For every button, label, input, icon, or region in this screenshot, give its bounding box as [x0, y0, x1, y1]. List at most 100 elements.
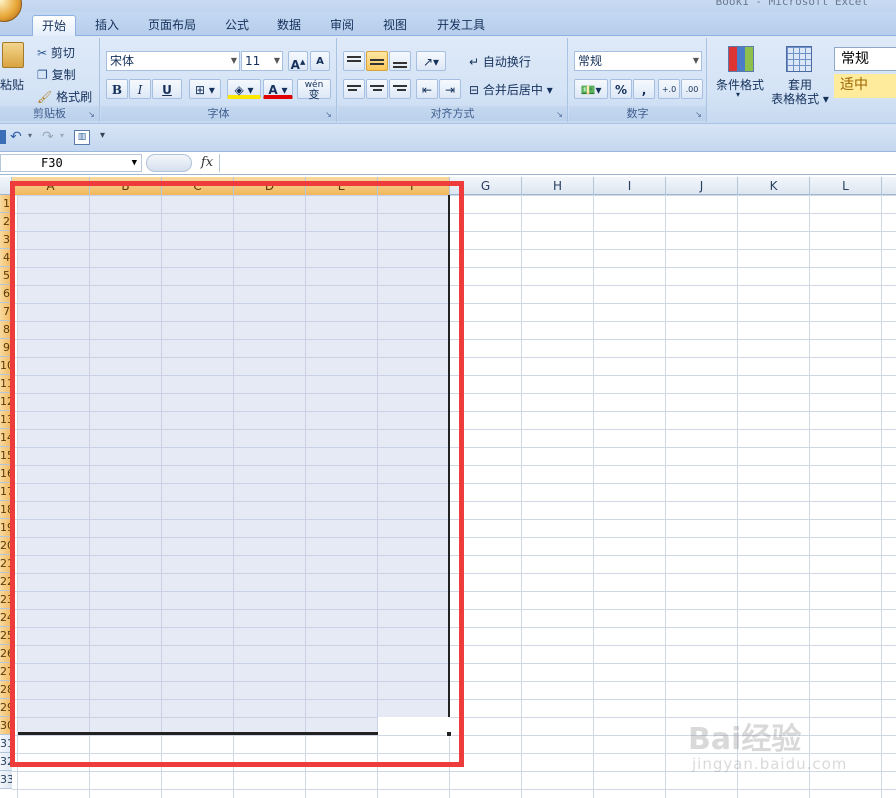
dialog-launcher-icon[interactable]: ↘: [324, 110, 333, 119]
formula-bar-splitter[interactable]: [146, 154, 192, 172]
bold-button[interactable]: B: [106, 79, 128, 99]
number-format-select[interactable]: 常规 ▼: [574, 51, 702, 71]
row-header[interactable]: 33: [0, 771, 12, 789]
chart-icon[interactable]: ▥: [74, 130, 90, 145]
styles-group: 条件格式 ▾ 套用 表格格式 ▾ 常规 适中: [708, 38, 896, 122]
chevron-down-icon[interactable]: ▾: [28, 131, 32, 140]
paint-bucket-icon: ◈: [234, 83, 244, 97]
text-angle-icon: ↗: [422, 55, 434, 69]
column-header-k[interactable]: K: [738, 177, 810, 195]
column-header-h[interactable]: H: [522, 177, 594, 195]
format-painter-button[interactable]: 🖌 格式刷: [36, 86, 96, 106]
font-color-button[interactable]: A ▾: [263, 79, 293, 99]
chevron-down-icon[interactable]: ▾: [60, 131, 64, 140]
table-format-icon: [786, 46, 812, 72]
wrap-text-icon: ↵: [469, 55, 480, 69]
wrap-text-button[interactable]: ↵ 自动换行: [468, 51, 564, 71]
cut-label: 剪切: [50, 46, 75, 60]
customize-qat-icon[interactable]: ▾: [100, 130, 105, 141]
tab-view[interactable]: 视图: [374, 15, 416, 36]
fill-color-button[interactable]: ◈ ▾: [227, 79, 261, 99]
style-normal[interactable]: 常规: [834, 47, 896, 71]
align-right-button[interactable]: [389, 79, 411, 99]
comma-style-button[interactable]: ,: [633, 79, 655, 99]
decrease-indent-button[interactable]: ⇤: [416, 79, 438, 99]
merge-center-label: 合并后居中: [482, 83, 543, 97]
font-name-value: 宋体: [110, 54, 135, 68]
format-as-table-button[interactable]: 套用 表格格式 ▾: [770, 44, 830, 106]
tab-developer[interactable]: 开发工具: [428, 15, 494, 36]
shrink-font-button[interactable]: A: [310, 51, 330, 71]
format-as-table-label-2: 表格格式 ▾: [771, 92, 829, 106]
undo-icon[interactable]: ↶: [10, 129, 22, 145]
border-grid-icon: ⊞: [195, 83, 206, 97]
tab-page-layout[interactable]: 页面布局: [139, 15, 205, 36]
font-group: 宋体 ▼ 11 ▼ A▲ A B I U ⊞ ▾ ◈ ▾ A ▾ wén 变 字体 ↘: [101, 38, 337, 122]
dialog-launcher-icon[interactable]: ↘: [555, 110, 564, 119]
increase-indent-button[interactable]: ⇥: [439, 79, 461, 99]
chevron-down-icon: ▼: [273, 56, 280, 65]
dialog-launcher-icon[interactable]: ↘: [694, 110, 703, 119]
align-top-button[interactable]: [343, 51, 365, 71]
indent-icon: ⇥: [444, 83, 456, 97]
tab-home[interactable]: 开始: [32, 15, 77, 36]
format-painter-label: 格式刷: [56, 90, 93, 104]
title-bar: Book1 - Microsoft Excel: [0, 0, 896, 12]
font-group-label: 字体: [101, 106, 336, 121]
column-header-j[interactable]: J: [666, 177, 738, 195]
tab-review[interactable]: 审阅: [321, 15, 363, 36]
column-header-i[interactable]: I: [594, 177, 666, 195]
tab-insert[interactable]: 插入: [86, 15, 128, 36]
copy-button[interactable]: ❐ 复制: [36, 64, 92, 84]
number-format-value: 常规: [578, 54, 603, 68]
merge-center-button[interactable]: ⊟ 合并后居中 ▾: [468, 79, 564, 99]
name-box-value: F30: [41, 156, 63, 170]
align-bottom-button[interactable]: [389, 51, 411, 71]
orientation-button[interactable]: ↗▾: [416, 51, 446, 71]
align-left-button[interactable]: [343, 79, 365, 99]
italic-button[interactable]: I: [129, 79, 151, 99]
insert-function-button[interactable]: fx: [195, 153, 219, 173]
font-size-value: 11: [245, 54, 261, 68]
font-size-select[interactable]: 11 ▼: [241, 51, 283, 71]
clipboard-group: 粘贴 ✂ 剪切 ❐ 复制 🖌 格式刷 剪贴板 ↘: [0, 38, 100, 122]
save-icon[interactable]: [0, 130, 6, 144]
quick-access-toolbar: ↶ ▾ ↷ ▾ ▥ ▾: [0, 124, 896, 152]
paste-label: 粘贴: [0, 78, 25, 92]
ribbon-tab-strip: 开始 插入 页面布局 公式 数据 审阅 视图 开发工具: [0, 12, 896, 36]
increase-decimal-button[interactable]: +.0: [658, 79, 680, 99]
phonetic-guide-button[interactable]: wén 变: [297, 79, 331, 100]
copy-label: 复制: [51, 68, 76, 82]
decrease-decimal-button[interactable]: .00: [681, 79, 703, 99]
copy-icon: ❐: [37, 68, 48, 82]
tab-data[interactable]: 数据: [268, 15, 310, 36]
conditional-formatting-button[interactable]: 条件格式 ▾: [712, 44, 768, 106]
paintbrush-icon: 🖌: [37, 90, 53, 104]
grow-font-button[interactable]: A▲: [288, 51, 308, 72]
style-neutral[interactable]: 适中: [834, 74, 896, 98]
column-header-l[interactable]: L: [810, 177, 882, 195]
chevron-down-icon: ▾: [736, 90, 741, 99]
watermark: Bai经验 jingyan.baidu.com: [688, 700, 888, 780]
chevron-down-icon: ▼: [692, 56, 699, 65]
percent-button[interactable]: %: [610, 79, 632, 99]
align-center-button[interactable]: [366, 79, 388, 99]
font-color-icon: A: [268, 83, 278, 97]
tab-formulas[interactable]: 公式: [216, 15, 258, 36]
cut-button[interactable]: ✂ 剪切: [36, 42, 92, 62]
font-name-select[interactable]: 宋体 ▼: [106, 51, 240, 71]
underline-button[interactable]: U: [152, 79, 182, 99]
scissors-icon: ✂: [37, 46, 48, 60]
align-middle-button[interactable]: [366, 51, 388, 71]
name-box[interactable]: F30 ▼: [0, 154, 142, 172]
borders-button[interactable]: ⊞ ▾: [189, 79, 221, 99]
chevron-down-icon[interactable]: ▼: [132, 155, 137, 171]
redo-icon[interactable]: ↷: [42, 129, 54, 145]
window-title: Book1 - Microsoft Excel: [715, 0, 868, 8]
dialog-launcher-icon[interactable]: ↘: [87, 110, 96, 119]
paste-button[interactable]: 粘贴: [0, 40, 30, 100]
currency-button[interactable]: 💵▾: [574, 79, 608, 99]
formula-input[interactable]: [219, 154, 896, 172]
formula-bar: F30 ▼ fx: [0, 152, 896, 175]
watermark-text: Bai经验: [688, 722, 802, 757]
